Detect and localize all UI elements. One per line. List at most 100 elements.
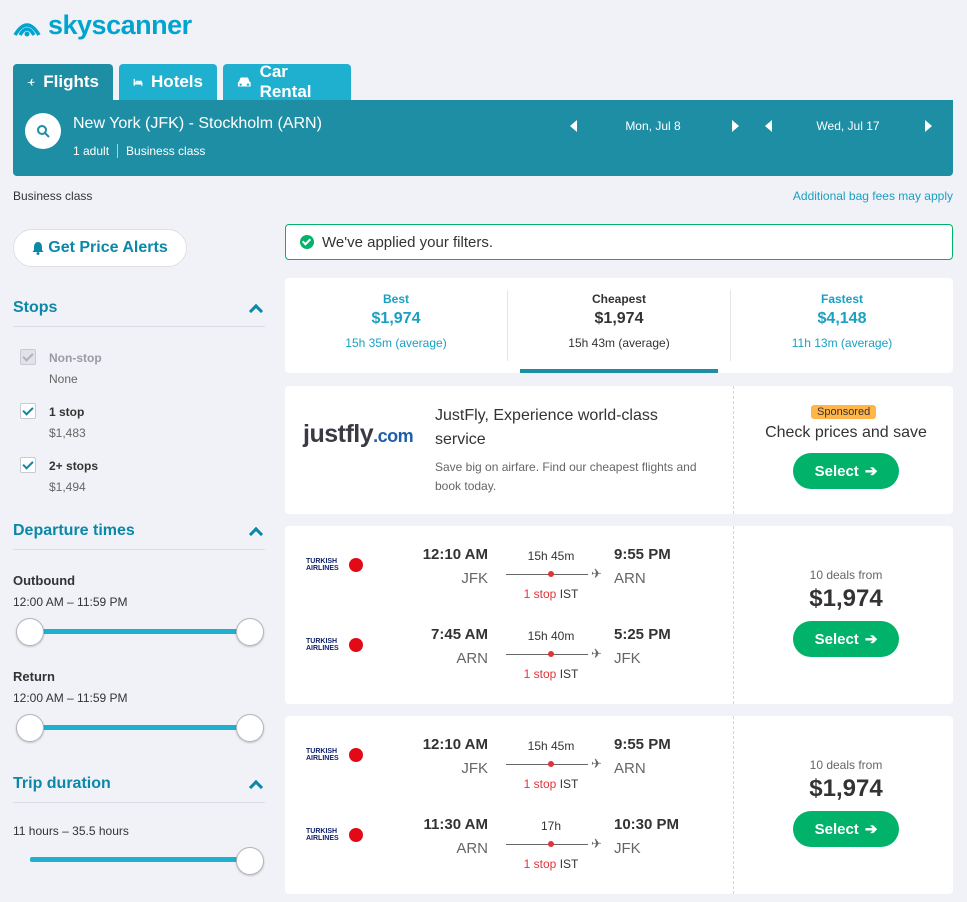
arrival-time: 10:30 PM [614,816,680,833]
airline-logo: TURKISH AIRLINES [306,748,363,762]
outbound-slider-track[interactable] [30,629,250,634]
sponsored-ad-card[interactable]: justfly.com JustFly, Experience world-cl… [285,386,953,514]
arrival-airport: JFK [614,650,641,667]
bed-icon [133,78,143,86]
return-slider-min-handle[interactable] [16,714,44,742]
flight-result-card[interactable]: TURKISH AIRLINES 12:10 AM JFK 15h 45m ✈ … [285,526,953,704]
divider [733,526,734,704]
search-summary-bar[interactable]: New York (JFK) - Stockholm (ARN) 1 adult… [13,100,953,176]
search-button[interactable] [25,113,61,149]
arrival-time: 9:55 PM [614,736,671,753]
return-label: Return [13,669,55,684]
return-range: 12:00 AM – 11:59 PM [13,691,128,705]
plane-icon [27,78,35,86]
outbound-range: 12:00 AM – 11:59 PM [13,595,128,609]
stop-dot [548,761,554,767]
price-alerts-label: Get Price Alerts [48,239,168,256]
departure-times-header[interactable]: Departure times [13,522,265,550]
select-label: Select [814,630,859,648]
outbound-slider-min-handle[interactable] [16,618,44,646]
depart-date-picker: Mon, Jul 8 [568,116,739,136]
sort-name: Best [382,292,409,306]
divider [733,716,734,894]
arrival-airport: JFK [614,840,641,857]
chevron-up-icon[interactable] [248,526,264,542]
one-stop-label: 1 stop [49,405,85,419]
departure-time: 12:10 AM [422,736,488,753]
logo-suffix: .com [373,426,414,446]
sort-tabs: Best $1,974 15h 35m (average) Cheapest $… [285,278,953,373]
sort-name: Fastest [820,292,864,306]
depart-date[interactable]: Mon, Jul 8 [568,119,738,133]
bag-fees-link[interactable]: Additional bag fees may apply [793,189,953,203]
one-stop-checkbox[interactable] [20,403,36,419]
route-line [506,844,588,845]
departure-airport: JFK [461,570,488,587]
ad-cta-text: Check prices and save [765,424,927,441]
sort-tab-cheapest[interactable]: Cheapest $1,974 15h 43m (average) [508,278,730,373]
select-label: Select [814,820,859,838]
return-slider-max-handle[interactable] [236,714,264,742]
duration-slider-track[interactable] [30,857,250,862]
return-date[interactable]: Wed, Jul 17 [763,119,933,133]
plane-icon: ✈ [591,646,602,661]
route-line [506,574,588,575]
sort-tab-best[interactable]: Best $1,974 15h 35m (average) [285,278,507,373]
turkish-airlines-icon [349,828,363,842]
return-date-picker: Wed, Jul 17 [763,116,933,136]
two-stops-price: $1,494 [49,480,86,494]
sort-tab-fastest[interactable]: Fastest $4,148 11h 13m (average) [731,278,953,373]
two-stops-checkbox[interactable] [20,457,36,473]
return-slider-track[interactable] [30,725,250,730]
plane-icon: ✈ [591,836,602,851]
flight-duration: 15h 40m [527,629,575,643]
stops-filter-header[interactable]: Stops [13,299,265,327]
outbound-slider-max-handle[interactable] [236,618,264,646]
tab-hotels[interactable]: Hotels [119,64,217,100]
next-date-icon[interactable] [732,120,739,132]
arrow-right-icon: ➔ [864,463,878,480]
flight-result-card[interactable]: TURKISH AIRLINES 12:10 AM JFK 15h 45m ✈ … [285,716,953,894]
price: $1,974 [809,585,883,612]
select-button[interactable]: Select ➔ [793,811,899,847]
select-button[interactable]: Select ➔ [793,621,899,657]
departure-airport: ARN [456,840,488,857]
departure-title: Departure times [13,522,135,539]
turkish-airlines-icon [349,558,363,572]
departure-time: 7:45 AM [431,626,488,643]
chevron-up-icon[interactable] [248,303,264,319]
cabin-label: Business class [13,189,93,203]
divider [117,144,119,158]
trip-duration-header[interactable]: Trip duration [13,775,265,803]
route-text[interactable]: New York (JFK) - Stockholm (ARN) [73,115,322,133]
tab-car-rental[interactable]: Car Rental [223,62,351,101]
next-date-icon[interactable] [925,120,932,132]
duration-title: Trip duration [13,775,111,792]
tab-label: Hotels [151,72,203,91]
brand-name: skyscanner [48,10,192,40]
sunrise-icon [13,22,41,36]
arrival-airport: ARN [614,570,646,587]
justfly-logo: justfly.com [303,420,414,449]
nonstop-checkbox[interactable] [20,349,36,365]
tab-label: Car Rental [259,62,312,101]
arrival-time: 5:25 PM [614,626,671,643]
sort-price: $1,974 [594,310,644,327]
outbound-label: Outbound [13,573,76,588]
tab-flights[interactable]: Flights [13,64,113,100]
bell-icon [32,242,44,255]
departure-time: 12:10 AM [422,546,488,563]
tab-label: Flights [43,72,99,91]
filters-applied-notice: We've applied your filters. [285,224,953,260]
duration-slider-handle[interactable] [236,847,264,875]
stop-dot [548,571,554,577]
ad-select-button[interactable]: Select ➔ [793,453,899,489]
ad-title: JustFly, Experience world-class service [435,407,658,448]
sort-price: $4,148 [817,310,867,327]
turkish-airlines-icon [349,748,363,762]
chevron-up-icon[interactable] [248,779,264,795]
one-stop-price: $1,483 [49,426,86,440]
price-alerts-button[interactable]: Get Price Alerts [13,229,187,267]
two-stops-label: 2+ stops [49,459,99,473]
skyscanner-logo[interactable]: skyscanner [12,10,192,41]
